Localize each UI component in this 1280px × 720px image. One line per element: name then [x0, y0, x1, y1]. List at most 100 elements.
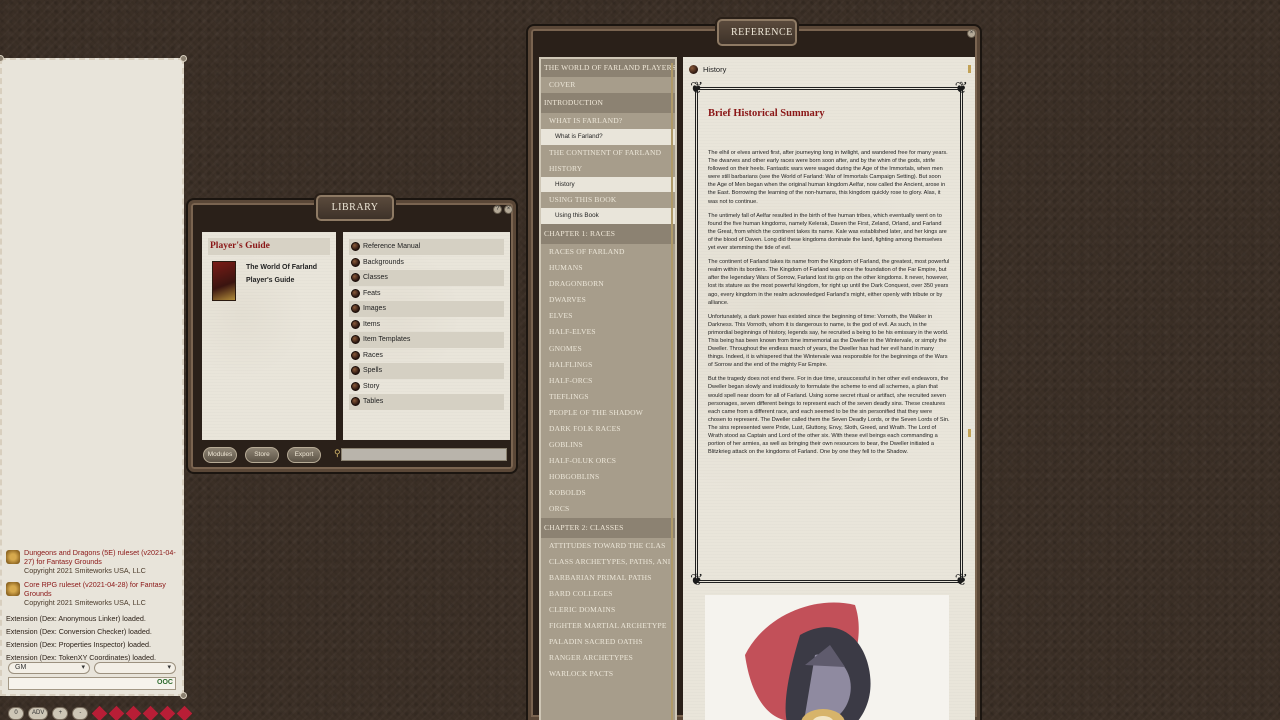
export-button[interactable]: Export	[287, 447, 321, 463]
toc-item-item[interactable]: HOBGOBLINS	[541, 469, 675, 485]
close-button[interactable]: ×	[967, 29, 976, 38]
toc-item-item[interactable]: TIEFLINGS	[541, 389, 675, 405]
toc-item-item[interactable]: THE CONTINENT OF FARLAND	[541, 145, 675, 161]
category-label: Reference Manual	[363, 243, 421, 250]
category-item[interactable]: Item Templates	[349, 332, 504, 348]
chat-input[interactable]: OOC	[8, 677, 176, 690]
toc-item-page[interactable]: What is Farland?	[541, 129, 675, 145]
scroll-arrow-up-icon[interactable]	[968, 65, 971, 73]
ooc-toggle[interactable]: OOC	[157, 679, 173, 686]
toc-item-item[interactable]: HALF-OLUK ORCS	[541, 453, 675, 469]
link-icon	[689, 65, 698, 74]
toc-item-item[interactable]: RANGER ARCHETYPES	[541, 650, 675, 666]
plus-button[interactable]: +	[52, 706, 69, 720]
chat-window: Dungeons and Dragons (5E) ruleset (v2021…	[0, 55, 187, 699]
toc-item-item[interactable]: COVER	[541, 77, 675, 93]
toc-item-item[interactable]: WARLOCK PACTS	[541, 666, 675, 682]
chevron-down-icon: ▾	[81, 664, 85, 671]
d4-die-icon[interactable]	[177, 705, 193, 720]
toc-item-item[interactable]: WHAT IS FARLAND?	[541, 113, 675, 129]
store-button[interactable]: Store	[245, 447, 279, 463]
category-item[interactable]: Feats	[349, 286, 504, 302]
minus-button[interactable]: -	[72, 706, 89, 720]
toc-item-item[interactable]: DRAGONBORN	[541, 276, 675, 292]
modules-button[interactable]: Modules	[203, 447, 237, 463]
category-item[interactable]: Images	[349, 301, 504, 317]
library-footer: Modules Store Export ⚲	[203, 446, 507, 464]
d12-die-icon[interactable]	[109, 705, 125, 720]
link-icon	[351, 288, 360, 298]
chat-log: Dungeons and Dragons (5E) ruleset (v2021…	[6, 548, 178, 662]
page-title: History	[689, 65, 726, 74]
illustration-art	[745, 602, 871, 720]
scrollbar-thumb[interactable]	[968, 429, 971, 437]
toc-item-item[interactable]: HUMANS	[541, 260, 675, 276]
toc-scrollbar[interactable]	[671, 63, 673, 720]
toc-item-item[interactable]: HALF-ORCS	[541, 373, 675, 389]
category-item[interactable]: Story	[349, 379, 504, 395]
toc-item-section[interactable]: CHAPTER 2: CLASSES	[541, 517, 675, 538]
link-icon	[351, 273, 360, 282]
toc-item-top[interactable]: THE WORLD OF FARLAND PLAYERS	[541, 59, 675, 77]
language-select[interactable]: ▾	[94, 662, 176, 674]
toc-item-section[interactable]: INTRODUCTION	[541, 93, 675, 114]
toc-item-item[interactable]: CLERIC DOMAINS	[541, 602, 675, 618]
d6-die-icon[interactable]	[160, 705, 176, 720]
category-item[interactable]: Tables	[349, 394, 504, 410]
link-icon	[351, 350, 360, 360]
link-icon	[351, 319, 360, 329]
d10-die-icon[interactable]	[126, 705, 142, 720]
category-label: Backgrounds	[363, 258, 404, 266]
toc-item-page[interactable]: Using this Book	[541, 208, 675, 224]
toc-item-item[interactable]: USING THIS BOOK	[541, 192, 675, 208]
hotbar: 0 ADV + -	[0, 705, 260, 720]
chat-entry-extension: Extension (Dex: Anonymous Linker) loaded…	[6, 614, 146, 623]
category-item[interactable]: Classes	[349, 270, 504, 286]
section-heading: Brief Historical Summary	[708, 108, 825, 119]
ruleset-copyright: Copyright 2021 Smiteworks USA, LLC	[24, 598, 146, 607]
adv-button[interactable]: ADV	[28, 706, 49, 720]
toc-item-item[interactable]: PEOPLE OF THE SHADOW	[541, 405, 675, 421]
toc-item-item[interactable]: ATTITUDES TOWARD THE CLAS	[541, 538, 675, 554]
category-label: Items	[363, 320, 381, 328]
toc-item-item[interactable]: BARD COLLEGES	[541, 586, 675, 602]
toc-item-item[interactable]: HALFLINGS	[541, 357, 675, 373]
toc-item-item[interactable]: ORCS	[541, 501, 675, 517]
help-button[interactable]: ?	[493, 205, 502, 214]
toc-item-item[interactable]: DWARVES	[541, 292, 675, 308]
toc-item-section[interactable]: CHAPTER 1: RACES	[541, 223, 675, 244]
toc-item-page[interactable]: History	[541, 176, 675, 193]
d20-die-icon[interactable]	[92, 705, 108, 720]
text-frame: ❦ ❦ ❦ ❦ Brief Historical Summary The elh…	[690, 81, 968, 589]
toc-item-item[interactable]: CLASS ARCHETYPES, PATHS, ANI	[541, 554, 675, 570]
category-item[interactable]: Races	[349, 348, 504, 364]
chat-controls: GM ▾ ▾	[8, 662, 176, 674]
link-icon	[351, 366, 360, 375]
ruleset-title: Core RPG ruleset (v2021-04-28) for Fanta…	[24, 580, 166, 598]
toc-item-item[interactable]: HALF-ELVES	[541, 324, 675, 340]
category-item[interactable]: Items	[349, 317, 504, 333]
category-item[interactable]: Backgrounds	[349, 255, 504, 271]
toc-item-item[interactable]: FIGHTER MARTIAL ARCHETYPE	[541, 618, 675, 634]
identity-select[interactable]: GM ▾	[8, 662, 90, 674]
toc-item-item[interactable]: HISTORY	[541, 161, 675, 177]
toc-item-item[interactable]: PALADIN SACRED OATHS	[541, 634, 675, 650]
search-icon: ⚲	[334, 448, 341, 458]
library-search-input[interactable]	[341, 448, 507, 461]
d8-die-icon[interactable]	[143, 705, 159, 720]
category-item[interactable]: Reference Manual	[349, 239, 504, 255]
toc-item-item[interactable]: RACES OF FARLAND	[541, 244, 675, 260]
toc-item-item[interactable]: BARBARIAN PRIMAL PATHS	[541, 570, 675, 586]
category-item[interactable]: Spells	[349, 363, 504, 379]
close-button[interactable]: ×	[504, 205, 513, 214]
ruleset-icon	[6, 582, 20, 596]
toc-item-item[interactable]: ELVES	[541, 308, 675, 324]
toc-item-item[interactable]: GOBLINS	[541, 437, 675, 453]
book-item[interactable]: The World Of Farland Player's Guide	[202, 261, 336, 301]
toc-item-item[interactable]: DARK FOLK RACES	[541, 421, 675, 437]
toc-item-item[interactable]: KOBOLDS	[541, 485, 675, 501]
ruleset-title: Dungeons and Dragons (5E) ruleset (v2021…	[24, 548, 176, 566]
ornament-corner-icon: ❦	[954, 80, 968, 97]
toc-item-item[interactable]: GNOMES	[541, 341, 675, 357]
modifier-button[interactable]: 0	[8, 706, 24, 720]
